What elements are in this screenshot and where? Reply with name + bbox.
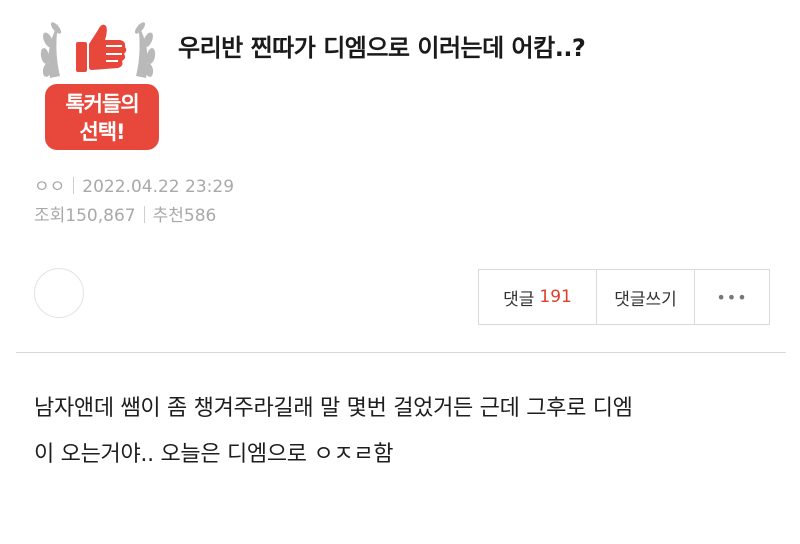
talker-choice-badge: 톡커들의 선택! [36, 10, 160, 154]
comments-count: 191 [539, 287, 572, 307]
post-date: 2022.04.22 23:29 [82, 177, 235, 197]
author-name[interactable]: ㅇㅇ [34, 177, 65, 197]
meta-divider [143, 206, 145, 223]
post-body-line: 남자앤데 쌤이 좀 챙겨주라길래 말 몇번 걸었거든 근데 그후로 디엠 [34, 396, 633, 421]
badge-line1: 톡커들의 [65, 92, 139, 116]
recommend-count: 586 [183, 206, 217, 226]
views-label: 조회 [34, 206, 66, 226]
post-page: 톡커들의 선택! 우리반 찐따가 디엠으로 이러는데 어캄..? ㅇㅇ 2022.… [0, 0, 800, 544]
wreath-left-icon [40, 22, 62, 78]
post-body: 남자앤데 쌤이 좀 챙겨주라길래 말 몇번 걸었거든 근데 그후로 디엠 이 오… [34, 386, 784, 478]
post-stats-row: 조회150,867 추천586 [34, 201, 216, 226]
comments-button[interactable]: 댓글 191 [479, 270, 597, 324]
thumbs-up-icon [76, 24, 127, 72]
badge-line2: 선택! [79, 120, 125, 144]
meta-divider [73, 177, 75, 194]
comments-label: 댓글 [503, 289, 535, 310]
views-count: 150,867 [65, 206, 136, 226]
recommend-label: 추천 [152, 206, 184, 226]
write-comment-button[interactable]: 댓글쓰기 [597, 270, 695, 324]
post-title[interactable]: 우리반 찐따가 디엠으로 이러는데 어캄..? [178, 28, 586, 63]
badge-label: 톡커들의 선택! [45, 90, 159, 146]
post-body-line: 이 오는거야.. 오늘은 디엠으로 ㅇㅈㄹ함 [34, 442, 394, 467]
content-divider [16, 352, 786, 353]
post-actions: 댓글 191 댓글쓰기 ••• [478, 269, 770, 325]
more-options-button[interactable]: ••• [695, 270, 769, 324]
post-meta-row: ㅇㅇ 2022.04.22 23:29 [34, 172, 234, 197]
avatar[interactable] [34, 268, 84, 318]
wreath-right-icon [134, 22, 156, 78]
